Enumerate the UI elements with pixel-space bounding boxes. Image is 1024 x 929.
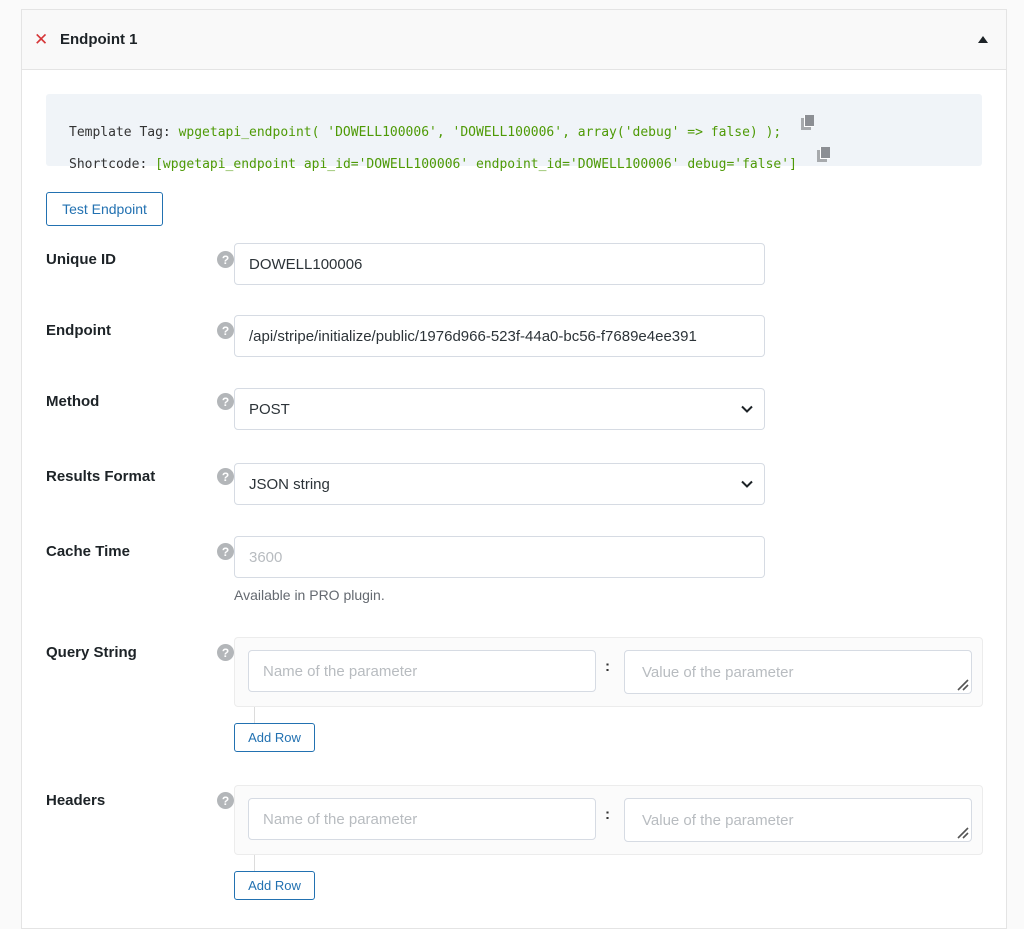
key-value-separator: : xyxy=(605,658,610,675)
help-icon[interactable]: ? xyxy=(217,468,234,485)
unique-id-label: Unique ID xyxy=(46,251,116,268)
query-param-name-input[interactable]: Name of the parameter xyxy=(248,650,596,692)
query-string-add-row-button[interactable]: Add Row xyxy=(234,723,315,752)
results-format-label: Results Format xyxy=(46,468,156,485)
method-select-value: POST xyxy=(249,400,290,418)
help-icon[interactable]: ? xyxy=(217,792,234,809)
query-string-label: Query String xyxy=(46,644,137,661)
headers-row-box: Name of the parameter : Value of the par… xyxy=(234,785,983,855)
resize-handle-icon[interactable] xyxy=(957,679,969,691)
headers-add-row-button[interactable]: Add Row xyxy=(234,871,315,900)
close-x-icon[interactable]: ✕ xyxy=(34,31,48,48)
triangle-up-icon[interactable] xyxy=(978,36,988,43)
header-value-placeholder: Value of the parameter xyxy=(642,811,794,829)
cache-time-label: Cache Time xyxy=(46,543,130,560)
resize-handle-icon[interactable] xyxy=(957,827,969,839)
chevron-down-icon xyxy=(741,480,753,488)
connector-line xyxy=(254,707,255,723)
header-value-textarea[interactable]: Value of the parameter xyxy=(624,798,972,842)
cache-time-hint: Available in PRO plugin. xyxy=(234,587,385,603)
connector-line xyxy=(254,855,255,871)
endpoint-input[interactable]: /api/stripe/initialize/public/1976d966-5… xyxy=(234,315,765,357)
method-label: Method xyxy=(46,393,100,410)
endpoint-card: ✕ Endpoint 1 Template Tag: wpgetapi_endp… xyxy=(21,9,1007,929)
template-tag-value: wpgetapi_endpoint( 'DOWELL100006', 'DOWE… xyxy=(170,125,782,140)
endpoint-title: Endpoint 1 xyxy=(60,31,138,48)
shortcode-value: [wpgetapi_endpoint api_id='DOWELL100006'… xyxy=(147,157,797,172)
help-icon[interactable]: ? xyxy=(217,644,234,661)
query-string-row-box: Name of the parameter : Value of the par… xyxy=(234,637,983,707)
query-param-value-placeholder: Value of the parameter xyxy=(642,663,794,681)
endpoint-card-header[interactable]: ✕ Endpoint 1 xyxy=(22,10,1006,70)
cache-time-input[interactable]: 3600 xyxy=(234,536,765,578)
unique-id-input[interactable]: DOWELL100006 xyxy=(234,243,765,285)
help-icon[interactable]: ? xyxy=(217,322,234,339)
help-icon[interactable]: ? xyxy=(217,543,234,560)
template-tag-label: Template Tag: xyxy=(69,125,171,140)
results-format-select[interactable]: JSON string xyxy=(234,463,765,505)
header-name-input[interactable]: Name of the parameter xyxy=(248,798,596,840)
shortcode-label: Shortcode: xyxy=(69,157,148,172)
method-select[interactable]: POST xyxy=(234,388,765,430)
chevron-down-icon xyxy=(741,405,753,413)
query-param-value-textarea[interactable]: Value of the parameter xyxy=(624,650,972,694)
shortcode-line: Shortcode: [wpgetapi_endpoint api_id='DO… xyxy=(69,147,830,172)
test-endpoint-button[interactable]: Test Endpoint xyxy=(46,192,163,226)
code-snippet-box: Template Tag: wpgetapi_endpoint( 'DOWELL… xyxy=(46,94,982,172)
endpoint-label: Endpoint xyxy=(46,322,111,339)
help-icon[interactable]: ? xyxy=(217,393,234,410)
copy-icon[interactable] xyxy=(801,115,815,130)
results-format-select-value: JSON string xyxy=(249,475,330,493)
help-icon[interactable]: ? xyxy=(217,251,234,268)
template-tag-line: Template Tag: wpgetapi_endpoint( 'DOWELL… xyxy=(69,115,815,140)
key-value-separator: : xyxy=(605,806,610,823)
headers-label: Headers xyxy=(46,792,106,809)
copy-icon[interactable] xyxy=(816,147,830,162)
